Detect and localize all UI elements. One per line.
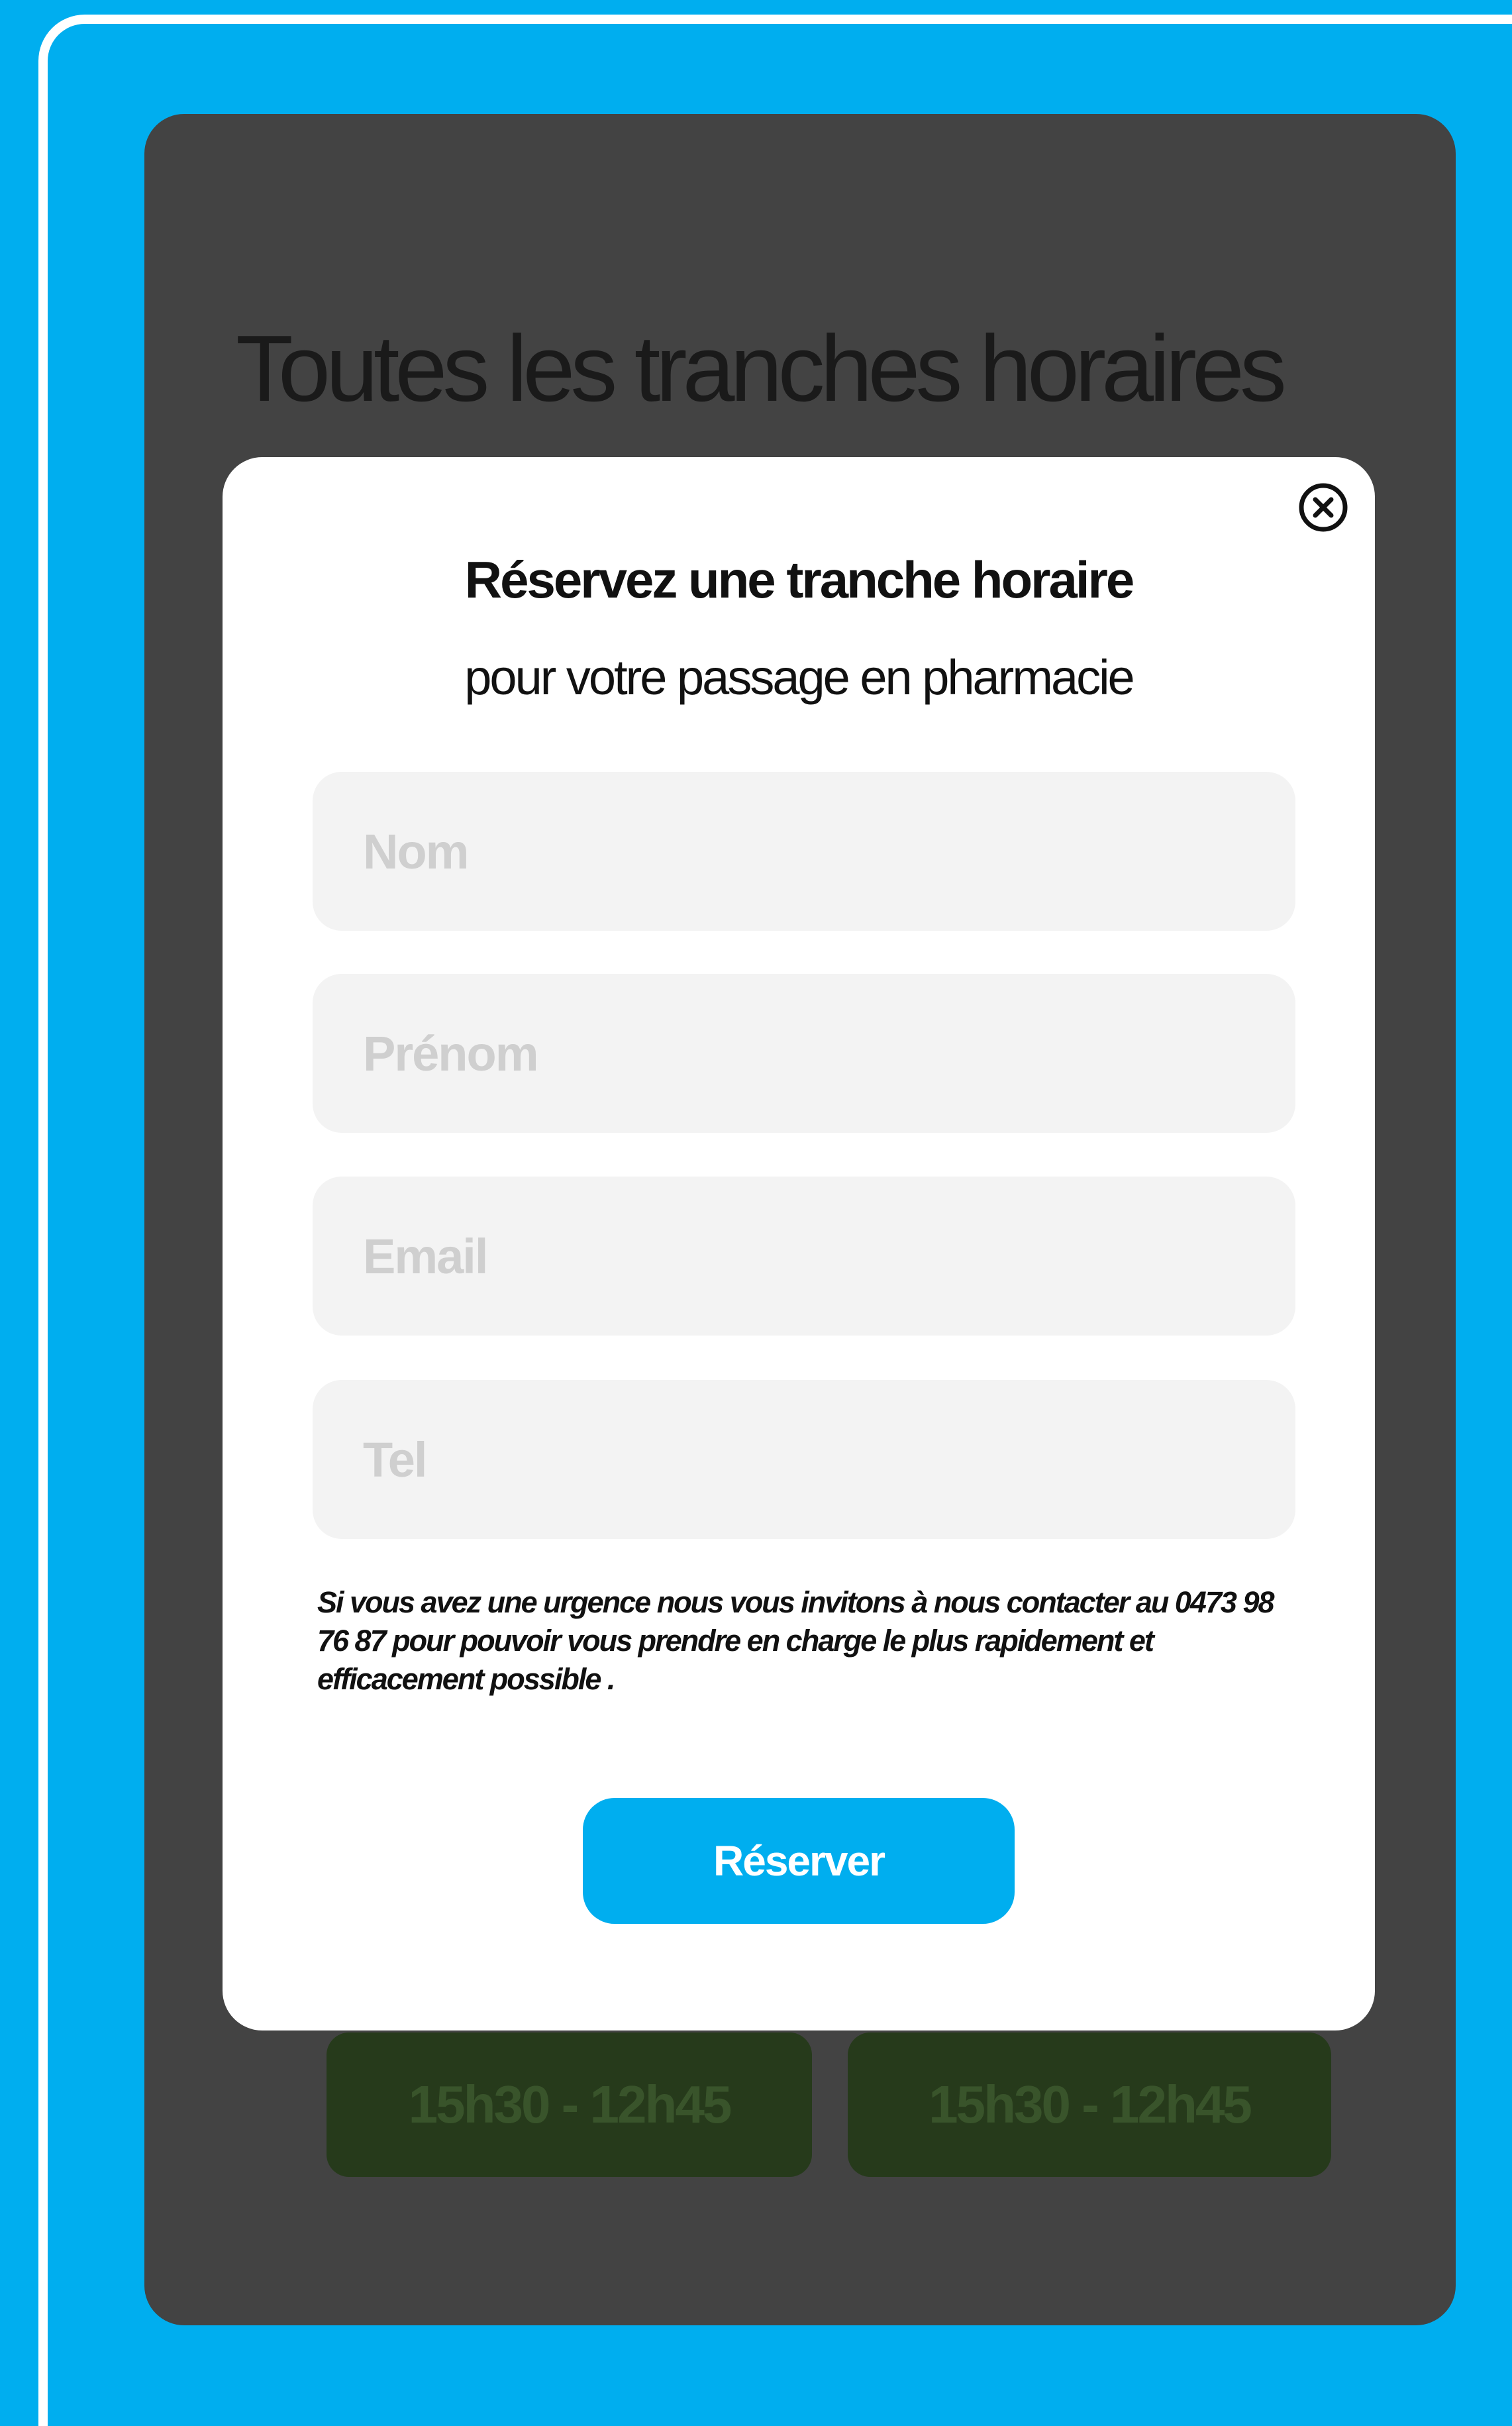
phone-field[interactable] bbox=[313, 1380, 1295, 1539]
last-name-field[interactable] bbox=[313, 772, 1295, 931]
time-slot-button[interactable]: 15h30 - 12h45 bbox=[848, 2032, 1331, 2177]
booking-modal: Réservez une tranche horaire pour votre … bbox=[223, 457, 1375, 2030]
reserve-button[interactable]: Réserver bbox=[583, 1798, 1015, 1924]
email-field[interactable] bbox=[313, 1177, 1295, 1336]
close-icon[interactable] bbox=[1297, 481, 1350, 534]
modal-title: Réservez une tranche horaire bbox=[464, 551, 1134, 609]
urgency-notice: Si vous avez une urgence nous vous invit… bbox=[317, 1585, 1275, 1696]
time-slot-button[interactable]: 15h30 - 12h45 bbox=[327, 2032, 812, 2177]
first-name-field[interactable] bbox=[313, 974, 1295, 1133]
modal-subtitle: pour votre passage en pharmacie bbox=[464, 650, 1134, 705]
